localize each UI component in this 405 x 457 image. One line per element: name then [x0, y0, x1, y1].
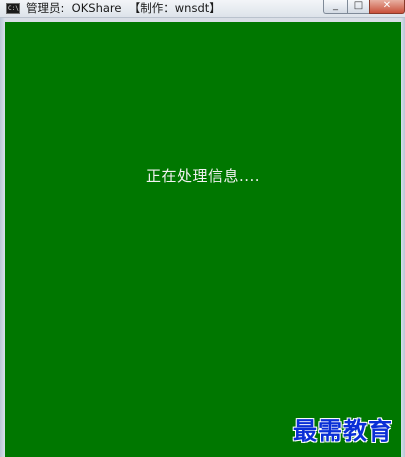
title-bar[interactable]: C:\ 管理员: OKShare 【制作：wnsdt】 _ □ ✕ — [0, 0, 405, 18]
maximize-button[interactable]: □ — [347, 0, 369, 14]
processing-message: 正在处理信息.... — [145, 167, 261, 185]
minimize-button[interactable]: _ — [323, 0, 347, 14]
cmd-icon[interactable]: C:\ — [6, 3, 20, 14]
console-area[interactable]: 正在处理信息.... 最需教育 — [5, 22, 401, 457]
window-controls: _ □ ✕ — [323, 0, 405, 16]
console-window: C:\ 管理员: OKShare 【制作：wnsdt】 _ □ ✕ 正在处理信息… — [0, 0, 405, 457]
watermark-logo: 最需教育 — [293, 416, 393, 445]
close-button[interactable]: ✕ — [369, 0, 405, 14]
window-title: 管理员: OKShare 【制作：wnsdt】 — [26, 1, 221, 15]
window-frame-right — [401, 18, 405, 457]
